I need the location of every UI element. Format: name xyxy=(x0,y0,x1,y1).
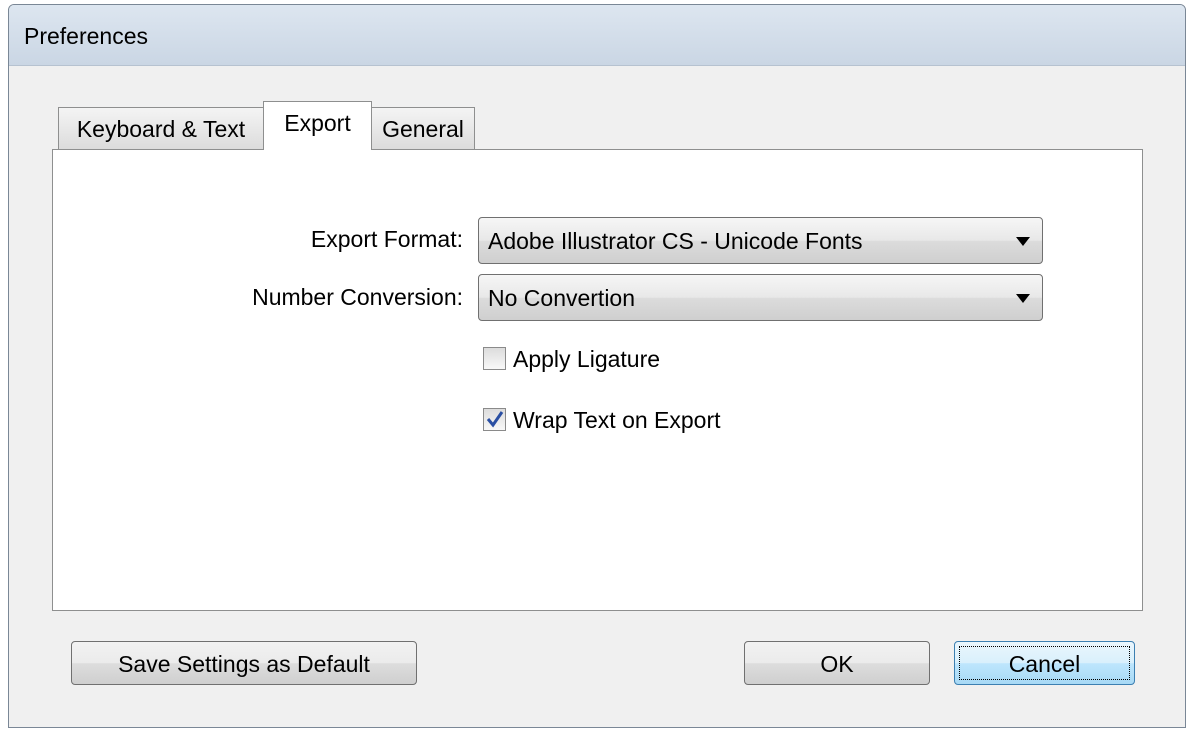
number-conversion-value: No Convertion xyxy=(488,285,636,311)
preferences-dialog: Preferences Keyboard & Text Export Gener… xyxy=(8,4,1186,728)
apply-ligature-checkbox[interactable] xyxy=(483,347,506,370)
ok-button[interactable]: OK xyxy=(744,641,930,685)
check-icon xyxy=(486,411,504,428)
tab-label: Keyboard & Text xyxy=(76,116,246,142)
tab-export[interactable]: Export xyxy=(263,101,372,150)
tab-keyboard-text[interactable]: Keyboard & Text xyxy=(58,107,264,149)
tab-label: General xyxy=(382,116,464,142)
chevron-down-icon xyxy=(1016,237,1030,246)
wrap-text-checkbox[interactable] xyxy=(483,408,506,431)
button-label: Save Settings as Default xyxy=(118,651,370,677)
export-tab-panel: Export Format: Adobe Illustrator CS - Un… xyxy=(52,149,1143,611)
button-label: OK xyxy=(820,651,854,677)
chevron-down-icon xyxy=(1016,294,1030,303)
title-bar[interactable]: Preferences xyxy=(9,5,1185,66)
export-format-label: Export Format: xyxy=(310,226,463,252)
tab-label: Export xyxy=(284,110,351,136)
button-label: Cancel xyxy=(1008,651,1081,677)
tab-general[interactable]: General xyxy=(371,107,475,149)
number-conversion-dropdown[interactable]: No Convertion xyxy=(478,274,1043,321)
apply-ligature-label[interactable]: Apply Ligature xyxy=(513,346,660,373)
cancel-button[interactable]: Cancel xyxy=(954,641,1135,685)
wrap-text-label[interactable]: Wrap Text on Export xyxy=(513,407,721,434)
export-format-value: Adobe Illustrator CS - Unicode Fonts xyxy=(488,228,863,254)
number-conversion-label: Number Conversion: xyxy=(252,284,463,310)
export-format-dropdown[interactable]: Adobe Illustrator CS - Unicode Fonts xyxy=(478,217,1043,264)
save-settings-default-button[interactable]: Save Settings as Default xyxy=(71,641,417,685)
window-title: Preferences xyxy=(24,23,149,49)
